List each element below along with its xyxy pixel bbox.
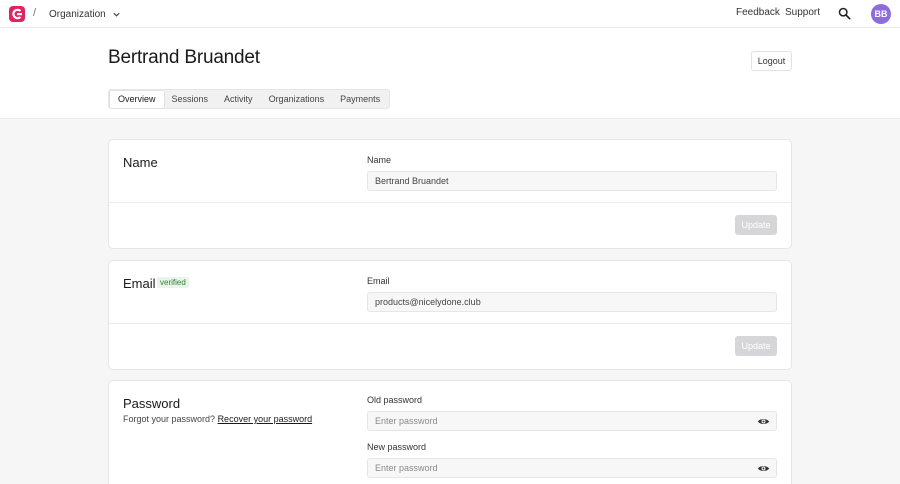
chevron-down-icon <box>113 12 120 17</box>
breadcrumb-separator: / <box>33 7 37 19</box>
profile-header: Bertrand Bruandet Logout Overview Sessio… <box>0 28 900 119</box>
eye-icon[interactable] <box>757 415 770 428</box>
old-password-input[interactable] <box>367 411 777 431</box>
verified-badge: verified <box>157 277 189 288</box>
feedback-link[interactable]: Feedback <box>736 7 780 18</box>
email-card: Email verified Email Update <box>108 260 792 370</box>
forgot-password-label: Forgot your password? <box>123 414 216 424</box>
tab-bar: Overview Sessions Activity Organizations… <box>108 89 391 109</box>
email-card-title: Email <box>123 276 156 291</box>
name-card-title: Name <box>123 155 158 170</box>
name-input[interactable] <box>367 171 777 191</box>
card-divider <box>109 323 791 324</box>
tab-activity[interactable]: Activity <box>216 91 261 108</box>
password-card: Password Forgot your password? Recover y… <box>108 380 792 484</box>
logout-button[interactable]: Logout <box>751 51 792 71</box>
search-icon[interactable] <box>838 7 851 20</box>
name-field-label: Name <box>367 155 392 165</box>
avatar[interactable]: BB <box>871 4 891 24</box>
update-email-button[interactable]: Update <box>735 336 777 356</box>
email-input[interactable] <box>367 292 777 312</box>
top-bar: / Organization Feedback Support BB <box>0 0 900 28</box>
organization-selector-label: Organization <box>49 8 106 20</box>
update-name-button[interactable]: Update <box>735 215 777 235</box>
page-title: Bertrand Bruandet <box>108 47 260 68</box>
tab-payments[interactable]: Payments <box>332 91 388 108</box>
support-link[interactable]: Support <box>785 7 820 18</box>
organization-selector[interactable]: Organization <box>49 5 121 23</box>
new-password-label: New password <box>367 442 427 452</box>
eye-icon[interactable] <box>757 462 770 475</box>
card-divider <box>109 202 791 203</box>
tab-organizations[interactable]: Organizations <box>261 91 333 108</box>
tab-sessions[interactable]: Sessions <box>164 91 217 108</box>
forgot-password-text: Forgot your password? Recover your passw… <box>123 414 312 424</box>
new-password-input[interactable] <box>367 458 777 478</box>
recover-password-link[interactable]: Recover your password <box>218 414 313 424</box>
password-card-title: Password <box>123 396 181 411</box>
name-card: Name Name Update <box>108 139 792 249</box>
old-password-label: Old password <box>367 395 423 405</box>
email-field-label: Email <box>367 276 390 286</box>
brand-logo-icon[interactable] <box>9 6 25 22</box>
tab-overview[interactable]: Overview <box>110 90 164 108</box>
